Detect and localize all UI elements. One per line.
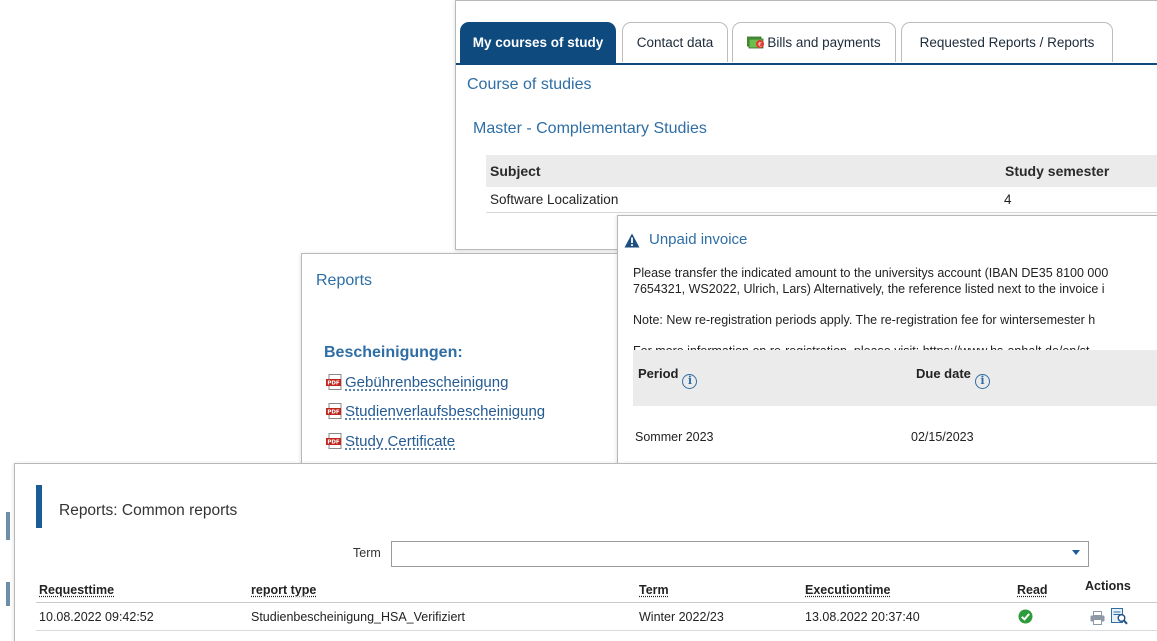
warning-icon (624, 233, 640, 248)
info-icon[interactable]: i (974, 374, 990, 389)
link-study-certificate[interactable]: PDF Study Certificate (326, 431, 455, 453)
requesttime-cell: 10.08.2022 09:42:52 (39, 610, 154, 624)
tab-label: Bills and payments (767, 35, 881, 50)
money-icon: € (747, 36, 765, 49)
tab-bar: My courses of study Contact data € Bills… (456, 1, 1157, 65)
link-text: Study Certificate (345, 433, 456, 450)
check-icon (1018, 609, 1033, 624)
unpaid-invoice-panel: Unpaid invoice Please transfer the indic… (617, 215, 1157, 490)
tab-label: Contact data (636, 35, 714, 50)
column-header-period: Period i (638, 366, 698, 389)
degree-title: Master - Complementary Studies (473, 120, 707, 137)
term-cell: Winter 2022/23 (639, 610, 724, 624)
column-header-term[interactable]: Term (639, 578, 669, 602)
column-header-report-type[interactable]: report type (251, 578, 316, 602)
invoice-text-line: 7654321, WS2022, Ulrich, Lars) Alternati… (633, 282, 1105, 296)
invoice-note: Note: New re-registration periods apply.… (633, 313, 1096, 327)
svg-text:PDF: PDF (327, 440, 340, 446)
header-label: Due date (916, 366, 971, 381)
pdf-icon: PDF (326, 403, 342, 419)
link-text: Studienverlaufsbescheinigung (345, 403, 546, 420)
tab-my-courses[interactable]: My courses of study (460, 22, 616, 63)
section-title: Course of studies (467, 76, 592, 93)
table-row: Software Localization 4 (486, 188, 1157, 213)
period-cell: Sommer 2023 (635, 430, 714, 444)
background-panel-edge (6, 512, 10, 606)
common-reports-title: Reports: Common reports (59, 502, 238, 519)
info-icon[interactable]: i (682, 374, 698, 389)
table-row: 10.08.2022 09:42:52 Studienbescheinigung… (36, 604, 1157, 631)
link-fee-certificate[interactable]: PDF Gebührenbescheinigung (326, 372, 508, 394)
view-document-icon[interactable] (1111, 608, 1128, 625)
svg-text:PDF: PDF (327, 410, 340, 416)
common-reports-panel: Reports: Common reports Term Requesttime… (14, 463, 1157, 641)
report-type-cell: Studienbescheinigung_HSA_Verifiziert (251, 610, 466, 624)
pdf-icon: PDF (326, 374, 342, 390)
tab-label: My courses of study (472, 35, 604, 50)
courses-table-header: Subject Study semester (486, 155, 1157, 187)
column-header-subject: Subject (490, 163, 541, 179)
invoice-text-line: Please transfer the indicated amount to … (633, 266, 1109, 280)
reports-panel: Reports Bescheinigungen: PDF Gebührenbes… (301, 253, 631, 492)
chevron-down-icon (1072, 550, 1080, 555)
courses-panel: My courses of study Contact data € Bills… (455, 0, 1157, 250)
accent-bar (36, 485, 42, 528)
column-header-executiontime[interactable]: Executiontime (805, 578, 890, 602)
column-header-requesttime[interactable]: Requesttime (39, 578, 114, 602)
term-select[interactable] (391, 541, 1089, 567)
column-header-actions: Actions (1085, 579, 1131, 593)
column-header-read[interactable]: Read (1017, 578, 1048, 602)
link-text: Gebührenbescheinigung (345, 374, 509, 391)
tab-requested-reports[interactable]: Requested Reports / Reports (901, 22, 1113, 62)
semester-cell: 4 (1004, 192, 1012, 207)
svg-text:€: € (758, 42, 762, 49)
reports-table-header: Requesttime report type Term Executionti… (36, 578, 1157, 603)
column-header-due-date: Due date i (916, 366, 990, 389)
svg-text:PDF: PDF (327, 381, 340, 387)
certificates-heading: Bescheinigungen: (324, 344, 463, 361)
term-label: Term (353, 546, 381, 560)
print-icon[interactable] (1090, 611, 1105, 625)
invoice-title: Unpaid invoice (649, 231, 748, 248)
executiontime-cell: 13.08.2022 20:37:40 (805, 610, 920, 624)
tab-label: Requested Reports / Reports (919, 35, 1095, 50)
column-header-study-semester: Study semester (1005, 163, 1110, 179)
due-date-cell: 02/15/2023 (911, 430, 974, 444)
table-row: Sommer 2023 02/15/2023 (633, 426, 1157, 465)
tab-contact-data[interactable]: Contact data (622, 22, 728, 62)
reports-title: Reports (316, 272, 373, 289)
subject-cell: Software Localization (490, 192, 619, 207)
tab-bills-payments[interactable]: € Bills and payments (732, 22, 896, 62)
pdf-icon: PDF (326, 433, 342, 449)
header-label: Period (638, 366, 679, 381)
link-study-progress-certificate[interactable]: PDF Studienverlaufsbescheinigung (326, 401, 545, 423)
invoice-table-header: Period i Due date i (633, 350, 1157, 406)
